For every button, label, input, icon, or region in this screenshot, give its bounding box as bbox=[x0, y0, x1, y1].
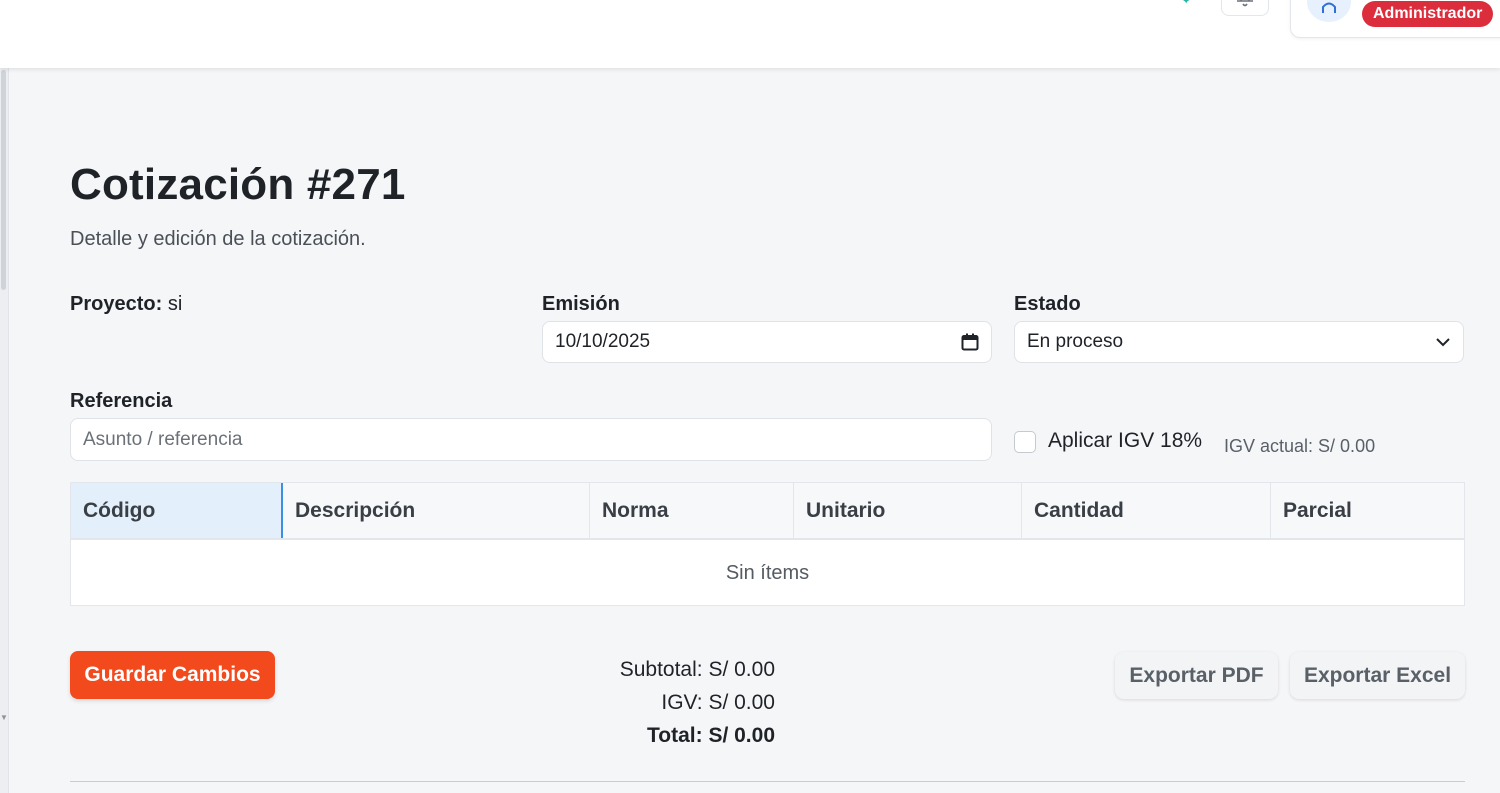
role-badge: Administrador bbox=[1362, 1, 1494, 27]
left-scrollbar[interactable]: ▼ bbox=[0, 68, 9, 793]
user-icon bbox=[1322, 2, 1336, 13]
bell-icon bbox=[1237, 0, 1253, 7]
chevron-down-icon bbox=[1436, 338, 1450, 347]
section-divider bbox=[70, 781, 1465, 782]
igv-checkbox[interactable] bbox=[1014, 431, 1036, 453]
top-header: ✦ Administrador bbox=[0, 0, 1500, 68]
status-value: En proceso bbox=[1027, 331, 1124, 352]
column-header-norma[interactable]: Norma bbox=[590, 483, 794, 538]
export-excel-button[interactable]: Exportar Excel bbox=[1290, 652, 1465, 699]
scrollbar-thumb[interactable] bbox=[1, 70, 6, 290]
grand-total-value: Total: S/ 0.00 bbox=[647, 724, 775, 747]
project-label: Proyecto: bbox=[70, 293, 163, 315]
scroll-down-icon[interactable]: ▼ bbox=[0, 713, 8, 722]
items-table: Código Descripción Norma Unitario Cantid… bbox=[70, 482, 1465, 606]
column-header-codigo[interactable]: Código bbox=[71, 483, 283, 538]
sparkle-icon: ✦ bbox=[1182, 0, 1191, 7]
igv-current-value: IGV actual: S/ 0.00 bbox=[1224, 436, 1376, 456]
emission-date-input[interactable]: 10/10/2025 bbox=[542, 321, 992, 363]
igv-checkbox-label[interactable]: Aplicar IGV 18% bbox=[1048, 429, 1202, 453]
page-title: Cotización #271 bbox=[70, 160, 406, 209]
emission-label: Emisión bbox=[542, 293, 620, 315]
totals-summary: Subtotal: S/ 0.00 IGV: S/ 0.00 Total: S/… bbox=[560, 653, 775, 752]
notifications-button[interactable] bbox=[1221, 0, 1269, 16]
reference-placeholder: Asunto / referencia bbox=[83, 428, 243, 450]
page-subtitle: Detalle y edición de la cotización. bbox=[70, 228, 366, 250]
subtotal-value: Subtotal: S/ 0.00 bbox=[619, 658, 775, 681]
status-select[interactable]: En proceso bbox=[1014, 321, 1464, 363]
project-field: Proyecto: si bbox=[70, 293, 182, 316]
column-header-unitario[interactable]: Unitario bbox=[794, 483, 1022, 538]
reference-label: Referencia bbox=[70, 390, 173, 412]
project-value: si bbox=[167, 293, 183, 315]
column-header-descripcion[interactable]: Descripción bbox=[283, 483, 590, 538]
status-label: Estado bbox=[1014, 293, 1081, 315]
table-header: Código Descripción Norma Unitario Cantid… bbox=[71, 483, 1464, 540]
igv-total-value: IGV: S/ 0.00 bbox=[661, 691, 775, 714]
export-pdf-button[interactable]: Exportar PDF bbox=[1115, 652, 1278, 699]
save-changes-button[interactable]: Guardar Cambios bbox=[70, 651, 275, 699]
empty-table-message: Sin ítems bbox=[725, 561, 810, 584]
calendar-icon[interactable] bbox=[961, 333, 979, 351]
reference-input[interactable]: Asunto / referencia bbox=[70, 418, 992, 461]
column-header-cantidad[interactable]: Cantidad bbox=[1022, 483, 1271, 538]
column-header-parcial[interactable]: Parcial bbox=[1271, 483, 1464, 538]
emission-date-value: 10/10/2025 bbox=[555, 331, 651, 352]
